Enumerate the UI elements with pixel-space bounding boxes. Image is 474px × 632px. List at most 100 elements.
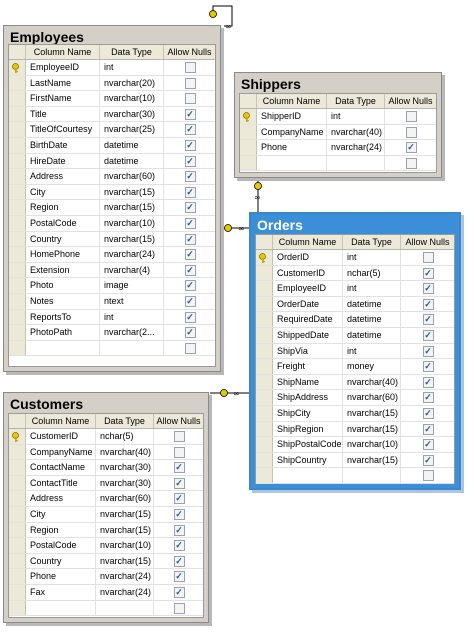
column-name-cell[interactable]: Photo: [26, 278, 100, 293]
row-selector[interactable]: [9, 169, 26, 184]
table-row[interactable]: ShipAddress nvarchar(60) ✓: [256, 390, 454, 406]
data-type-cell[interactable]: [96, 600, 154, 616]
column-name-cell[interactable]: Extension: [26, 262, 100, 278]
row-selector[interactable]: [256, 343, 273, 359]
row-selector[interactable]: [9, 91, 26, 106]
row-selector[interactable]: [256, 327, 273, 343]
data-type-cell[interactable]: ntext: [100, 293, 164, 309]
table-customers[interactable]: Customers Column Name Data Type Allow Nu…: [3, 392, 209, 623]
row-selector[interactable]: [9, 460, 26, 475]
column-name-cell[interactable]: RequiredDate: [273, 312, 343, 327]
row-selector[interactable]: [256, 296, 273, 312]
row-selector[interactable]: [240, 124, 257, 140]
row-selector[interactable]: [9, 184, 26, 200]
table-title[interactable]: Customers: [4, 393, 208, 413]
column-name-cell[interactable]: Country: [26, 231, 100, 247]
column-name-cell[interactable]: FirstName: [26, 91, 100, 106]
allow-nulls-checkbox[interactable]: ✓: [173, 462, 185, 474]
data-type-cell[interactable]: nvarchar(24): [96, 569, 154, 584]
data-type-cell[interactable]: nvarchar(20): [100, 75, 164, 91]
column-name-cell[interactable]: PostalCode: [26, 215, 100, 231]
table-row[interactable]: EmployeeID int ✓: [256, 281, 454, 297]
table-row[interactable]: PhotoPath nvarchar(2... ✓: [9, 325, 215, 341]
data-type-cell[interactable]: int: [100, 60, 164, 75]
table-row[interactable]: ShipName nvarchar(40) ✓: [256, 374, 454, 391]
data-type-cell[interactable]: [327, 155, 385, 171]
table-row[interactable]: Region nvarchar(15) ✓: [9, 522, 203, 539]
allow-nulls-checkbox[interactable]: ✓: [173, 571, 185, 583]
data-type-cell[interactable]: nvarchar(15): [343, 421, 401, 437]
column-name-cell[interactable]: ContactName: [26, 460, 96, 475]
allow-nulls-checkbox[interactable]: ✓: [173, 508, 185, 520]
data-type-cell[interactable]: nchar(5): [96, 429, 154, 444]
data-type-cell[interactable]: nvarchar(40): [343, 374, 401, 390]
data-type-cell[interactable]: [100, 340, 164, 356]
data-type-cell[interactable]: int: [343, 281, 401, 296]
allow-nulls-checkbox[interactable]: [422, 252, 434, 263]
allow-nulls-checkbox[interactable]: ✓: [173, 524, 185, 536]
column-name-cell[interactable]: Notes: [26, 293, 100, 309]
table-row[interactable]: City nvarchar(15) ✓: [9, 184, 215, 201]
allow-nulls-checkbox[interactable]: ✓: [422, 329, 434, 341]
allow-nulls-checkbox[interactable]: [173, 602, 185, 614]
row-selector[interactable]: [9, 584, 26, 600]
data-type-cell[interactable]: nvarchar(4): [100, 262, 164, 278]
row-selector[interactable]: [9, 137, 26, 153]
table-row[interactable]: CustomerID nchar(5): [9, 429, 203, 445]
allow-nulls-checkbox[interactable]: ✓: [184, 264, 196, 276]
table-row[interactable]: Phone nvarchar(24) ✓: [9, 569, 203, 585]
allow-nulls-checkbox[interactable]: ✓: [422, 314, 434, 326]
column-name-cell[interactable]: ReportsTo: [26, 309, 100, 325]
data-type-cell[interactable]: nvarchar(60): [100, 169, 164, 184]
allow-nulls-checkbox[interactable]: [184, 77, 196, 89]
column-name-cell[interactable]: [273, 468, 343, 483]
column-name-cell[interactable]: Address: [26, 491, 96, 506]
data-type-cell[interactable]: nvarchar(30): [96, 460, 154, 475]
table-row[interactable]: EmployeeID int: [9, 60, 215, 76]
table-row[interactable]: Notes ntext ✓: [9, 293, 215, 310]
row-selector[interactable]: [9, 231, 26, 247]
column-name-cell[interactable]: LastName: [26, 75, 100, 91]
table-row[interactable]: ShipCountry nvarchar(15) ✓: [256, 452, 454, 469]
allow-nulls-checkbox[interactable]: ✓: [184, 280, 196, 292]
row-selector[interactable]: [256, 265, 273, 281]
data-type-cell[interactable]: nvarchar(15): [343, 405, 401, 421]
column-name-cell[interactable]: PostalCode: [26, 538, 96, 553]
column-name-cell[interactable]: CompanyName: [257, 124, 327, 140]
data-type-cell[interactable]: nvarchar(24): [327, 140, 385, 155]
table-row[interactable]: City nvarchar(15) ✓: [9, 506, 203, 523]
column-name-cell[interactable]: EmployeeID: [273, 281, 343, 296]
data-type-cell[interactable]: nvarchar(15): [343, 452, 401, 468]
table-row[interactable]: ContactName nvarchar(30) ✓: [9, 460, 203, 476]
allow-nulls-checkbox[interactable]: ✓: [184, 155, 196, 167]
column-name-cell[interactable]: ContactTitle: [26, 475, 96, 491]
data-type-cell[interactable]: datetime: [343, 296, 401, 312]
column-name-cell[interactable]: BirthDate: [26, 137, 100, 153]
table-row[interactable]: HomePhone nvarchar(24) ✓: [9, 247, 215, 263]
row-selector[interactable]: [9, 444, 26, 460]
row-selector[interactable]: [9, 600, 26, 616]
data-type-cell[interactable]: nvarchar(15): [100, 200, 164, 215]
column-name-cell[interactable]: HireDate: [26, 153, 100, 169]
column-name-cell[interactable]: ShipRegion: [273, 421, 343, 437]
table-row[interactable]: ShippedDate datetime ✓: [256, 327, 454, 344]
allow-nulls-checkbox[interactable]: ✓: [173, 493, 185, 505]
row-selector[interactable]: [9, 569, 26, 584]
table-employees[interactable]: Employees Column Name Data Type Allow Nu…: [3, 25, 221, 372]
allow-nulls-checkbox[interactable]: ✓: [422, 439, 434, 451]
row-selector[interactable]: [240, 109, 257, 124]
column-name-cell[interactable]: [257, 155, 327, 171]
allow-nulls-checkbox[interactable]: ✓: [184, 171, 196, 183]
column-name-cell[interactable]: Phone: [257, 140, 327, 155]
allow-nulls-checkbox[interactable]: ✓: [173, 477, 185, 489]
table-row[interactable]: Fax nvarchar(24) ✓: [9, 584, 203, 601]
column-name-cell[interactable]: Title: [26, 106, 100, 122]
allow-nulls-checkbox[interactable]: ✓: [422, 454, 434, 466]
table-row[interactable]: ContactTitle nvarchar(30) ✓: [9, 475, 203, 492]
row-selector[interactable]: [256, 250, 273, 265]
column-name-cell[interactable]: ShipCity: [273, 405, 343, 421]
allow-nulls-checkbox[interactable]: [405, 126, 417, 138]
column-name-cell[interactable]: ShipAddress: [273, 390, 343, 405]
table-shippers[interactable]: Shippers Column Name Data Type Allow Nul…: [234, 72, 442, 178]
row-selector[interactable]: [256, 281, 273, 296]
